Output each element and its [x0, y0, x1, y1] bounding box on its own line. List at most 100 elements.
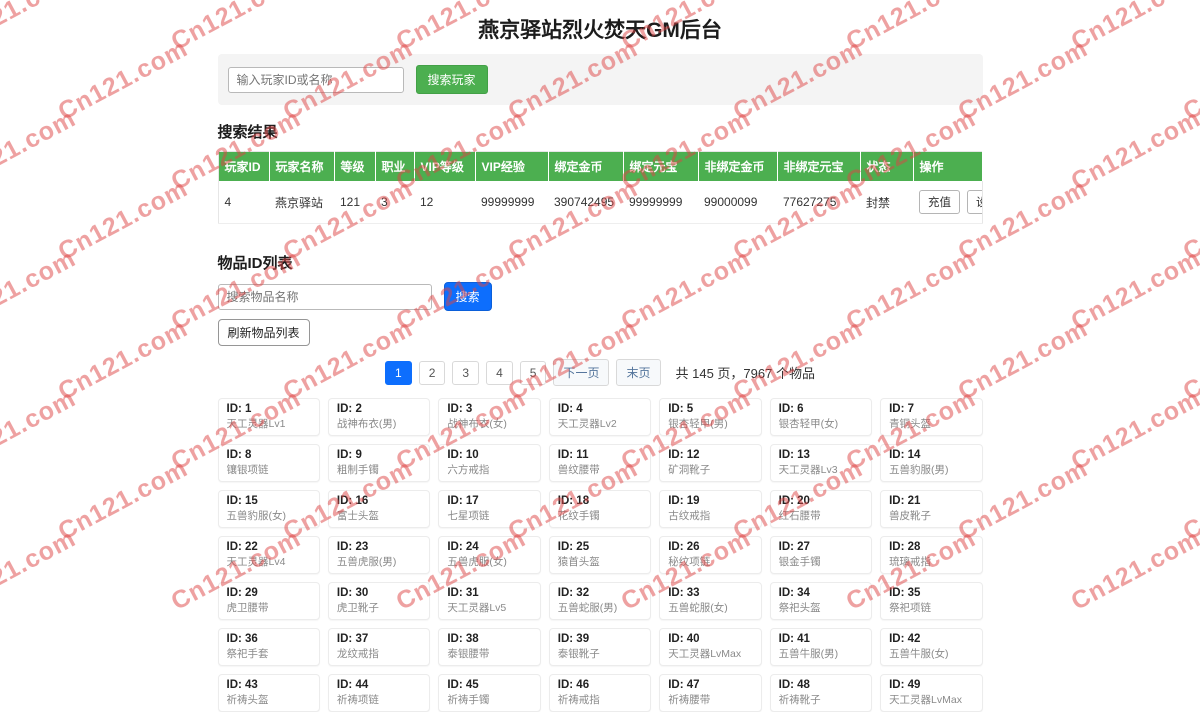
watermark-text: Cn121.com — [54, 454, 193, 546]
page-button[interactable]: 1 — [385, 361, 412, 385]
item-card[interactable]: ID: 31天工灵器Lv5 — [438, 582, 540, 620]
player-cell: 封禁 — [860, 181, 913, 224]
page-button[interactable]: 2 — [419, 361, 446, 385]
item-search-input[interactable] — [218, 284, 432, 310]
item-card[interactable]: ID: 34祭祀头盔 — [770, 582, 872, 620]
item-card[interactable]: ID: 17七星项链 — [438, 490, 540, 528]
next-page-button[interactable]: 下一页 — [553, 359, 609, 386]
player-search-bar: 搜索玩家 — [218, 54, 983, 105]
item-card[interactable]: ID: 48祈祷靴子 — [770, 674, 872, 712]
item-name-label: 兽皮靴子 — [889, 508, 973, 523]
item-card[interactable]: ID: 43祈祷头盔 — [218, 674, 320, 712]
item-card[interactable]: ID: 22天工灵器Lv4 — [218, 536, 320, 574]
item-id-label: ID: 19 — [668, 495, 752, 507]
column-header: 绑定元宝 — [623, 152, 698, 182]
item-card[interactable]: ID: 45祈祷手镯 — [438, 674, 540, 712]
item-card[interactable]: ID: 8镶银项链 — [218, 444, 320, 482]
item-name-label: 战神布衣(男) — [337, 416, 421, 431]
item-id-label: ID: 48 — [779, 679, 863, 691]
item-id-label: ID: 16 — [337, 495, 421, 507]
watermark-text: Cn121.com — [1179, 314, 1200, 406]
item-card[interactable]: ID: 24五兽虎服(女) — [438, 536, 540, 574]
item-card[interactable]: ID: 14五兽豹服(男) — [880, 444, 982, 482]
item-card[interactable]: ID: 23五兽虎服(男) — [328, 536, 430, 574]
item-card[interactable]: ID: 9粗制手镯 — [328, 444, 430, 482]
item-id-label: ID: 4 — [558, 403, 642, 415]
item-id-label: ID: 46 — [558, 679, 642, 691]
item-card[interactable]: ID: 10六方戒指 — [438, 444, 540, 482]
item-card[interactable]: ID: 13天工灵器Lv3 — [770, 444, 872, 482]
item-card[interactable]: ID: 40天工灵器LvMax — [659, 628, 761, 666]
item-card[interactable]: ID: 26秘纹项链 — [659, 536, 761, 574]
item-card[interactable]: ID: 7青铜头盔 — [880, 398, 982, 436]
item-name-label: 祈祷手镯 — [447, 692, 531, 707]
player-cell: 99999999 — [475, 181, 548, 224]
item-id-label: ID: 31 — [447, 587, 531, 599]
page-button[interactable]: 3 — [452, 361, 479, 385]
item-card[interactable]: ID: 15五兽豹服(女) — [218, 490, 320, 528]
item-card[interactable]: ID: 5银杏轻甲(男) — [659, 398, 761, 436]
page-button[interactable]: 5 — [520, 361, 547, 385]
item-card[interactable]: ID: 16富士头盔 — [328, 490, 430, 528]
player-search-input[interactable] — [228, 67, 404, 93]
item-name-label: 祈祷靴子 — [779, 692, 863, 707]
item-card[interactable]: ID: 3战神布衣(女) — [438, 398, 540, 436]
item-name-label: 五兽牛服(男) — [779, 646, 863, 661]
item-card[interactable]: ID: 33五兽蛇服(女) — [659, 582, 761, 620]
watermark-text: Cn121.com — [54, 314, 193, 406]
page-button[interactable]: 4 — [486, 361, 513, 385]
search-player-button[interactable]: 搜索玩家 — [416, 65, 488, 94]
item-id-label: ID: 23 — [337, 541, 421, 553]
item-name-label: 五兽豹服(女) — [227, 508, 311, 523]
item-card[interactable]: ID: 11兽纹腰带 — [549, 444, 651, 482]
watermark-text: Cn121.com — [0, 104, 81, 196]
item-search-button[interactable]: 搜索 — [444, 282, 492, 311]
item-card[interactable]: ID: 39泰银靴子 — [549, 628, 651, 666]
item-card[interactable]: ID: 19古纹戒指 — [659, 490, 761, 528]
player-action-button[interactable]: 设置VIP — [967, 190, 982, 214]
item-card[interactable]: ID: 36祭祀手套 — [218, 628, 320, 666]
item-card[interactable]: ID: 18花纹手镯 — [549, 490, 651, 528]
item-list-section: 物品ID列表 搜索 刷新物品列表 12345下一页末页共 145 页，7967 … — [218, 252, 983, 712]
item-card[interactable]: ID: 27银金手镯 — [770, 536, 872, 574]
player-table: 玩家ID玩家名称等级职业VIP等级VIP经验绑定金币绑定元宝非绑定金币非绑定元宝… — [218, 151, 983, 224]
item-id-label: ID: 44 — [337, 679, 421, 691]
item-card[interactable]: ID: 20红石腰带 — [770, 490, 872, 528]
item-card[interactable]: ID: 25猿首头盔 — [549, 536, 651, 574]
player-cell: 121 — [334, 181, 375, 224]
refresh-items-button[interactable]: 刷新物品列表 — [218, 319, 310, 346]
item-card[interactable]: ID: 21兽皮靴子 — [880, 490, 982, 528]
last-page-button[interactable]: 末页 — [616, 359, 660, 386]
item-card[interactable]: ID: 32五兽蛇服(男) — [549, 582, 651, 620]
column-header: 玩家ID — [218, 152, 269, 182]
item-card[interactable]: ID: 12矿洞靴子 — [659, 444, 761, 482]
item-card[interactable]: ID: 46祈祷戒指 — [549, 674, 651, 712]
player-cell: 77627275 — [777, 181, 860, 224]
item-card[interactable]: ID: 47祈祷腰带 — [659, 674, 761, 712]
item-card[interactable]: ID: 38泰银腰带 — [438, 628, 540, 666]
item-card[interactable]: ID: 29虎卫腰带 — [218, 582, 320, 620]
item-card[interactable]: ID: 28琉璃戒指 — [880, 536, 982, 574]
item-card[interactable]: ID: 44祈祷项链 — [328, 674, 430, 712]
watermark-text: Cn121.com — [1067, 104, 1200, 196]
item-card[interactable]: ID: 4天工灵器Lv2 — [549, 398, 651, 436]
item-name-label: 琉璃戒指 — [889, 554, 973, 569]
column-header: 非绑定金币 — [698, 152, 777, 182]
column-header: 等级 — [334, 152, 375, 182]
player-cell: 4 — [218, 181, 269, 224]
item-card[interactable]: ID: 2战神布衣(男) — [328, 398, 430, 436]
item-id-label: ID: 15 — [227, 495, 311, 507]
item-card[interactable]: ID: 6银杏轻甲(女) — [770, 398, 872, 436]
item-card[interactable]: ID: 1天工灵器Lv1 — [218, 398, 320, 436]
item-card[interactable]: ID: 49天工灵器LvMax — [880, 674, 982, 712]
item-name-label: 泰银腰带 — [447, 646, 531, 661]
item-card[interactable]: ID: 41五兽牛服(男) — [770, 628, 872, 666]
item-card[interactable]: ID: 30虎卫靴子 — [328, 582, 430, 620]
item-card[interactable]: ID: 42五兽牛服(女) — [880, 628, 982, 666]
item-name-label: 虎卫靴子 — [337, 600, 421, 615]
player-action-button[interactable]: 充值 — [919, 190, 960, 214]
item-card[interactable]: ID: 35祭祀项链 — [880, 582, 982, 620]
item-name-label: 天工灵器Lv2 — [558, 416, 642, 431]
item-id-label: ID: 35 — [889, 587, 973, 599]
item-card[interactable]: ID: 37龙纹戒指 — [328, 628, 430, 666]
